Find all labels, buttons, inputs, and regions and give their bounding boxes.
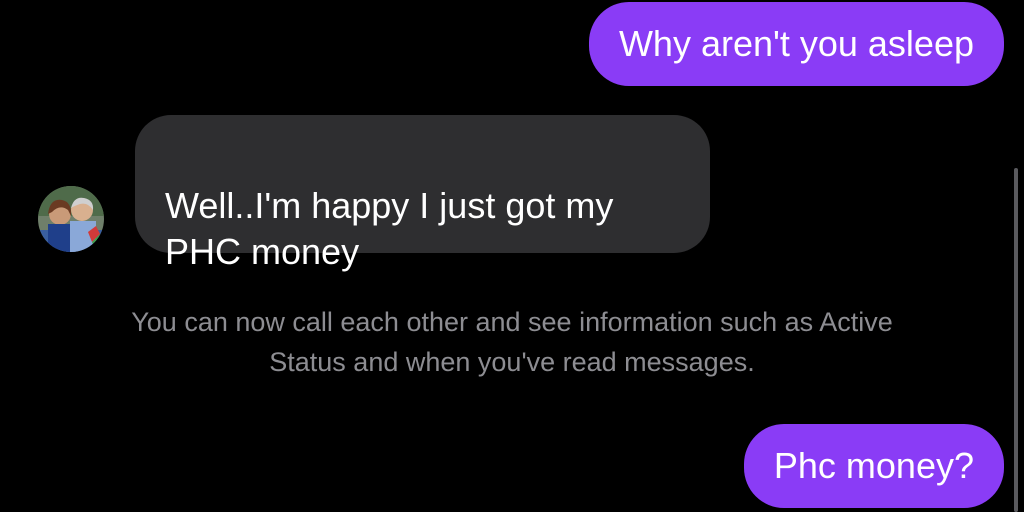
message-text: Why aren't you asleep — [618, 23, 974, 64]
sent-message-bubble[interactable]: Why aren't you asleep — [588, 2, 1004, 86]
scrollbar[interactable] — [1014, 168, 1018, 512]
message-text: Phc money? — [773, 445, 974, 486]
conversation-status-note: You can now call each other and see info… — [131, 307, 893, 377]
message-text: Well..I'm happy I just got my PHC money — [165, 185, 614, 272]
sent-message-bubble[interactable]: Phc money? — [743, 424, 1004, 508]
contact-avatar[interactable] — [38, 186, 104, 252]
received-message-bubble[interactable]: Well..I'm happy I just got my PHC money — [135, 115, 710, 272]
avatar-photo-icon — [38, 186, 104, 252]
chat-thread: Why aren't you asleep Well..I'm happy I … — [0, 0, 1024, 512]
